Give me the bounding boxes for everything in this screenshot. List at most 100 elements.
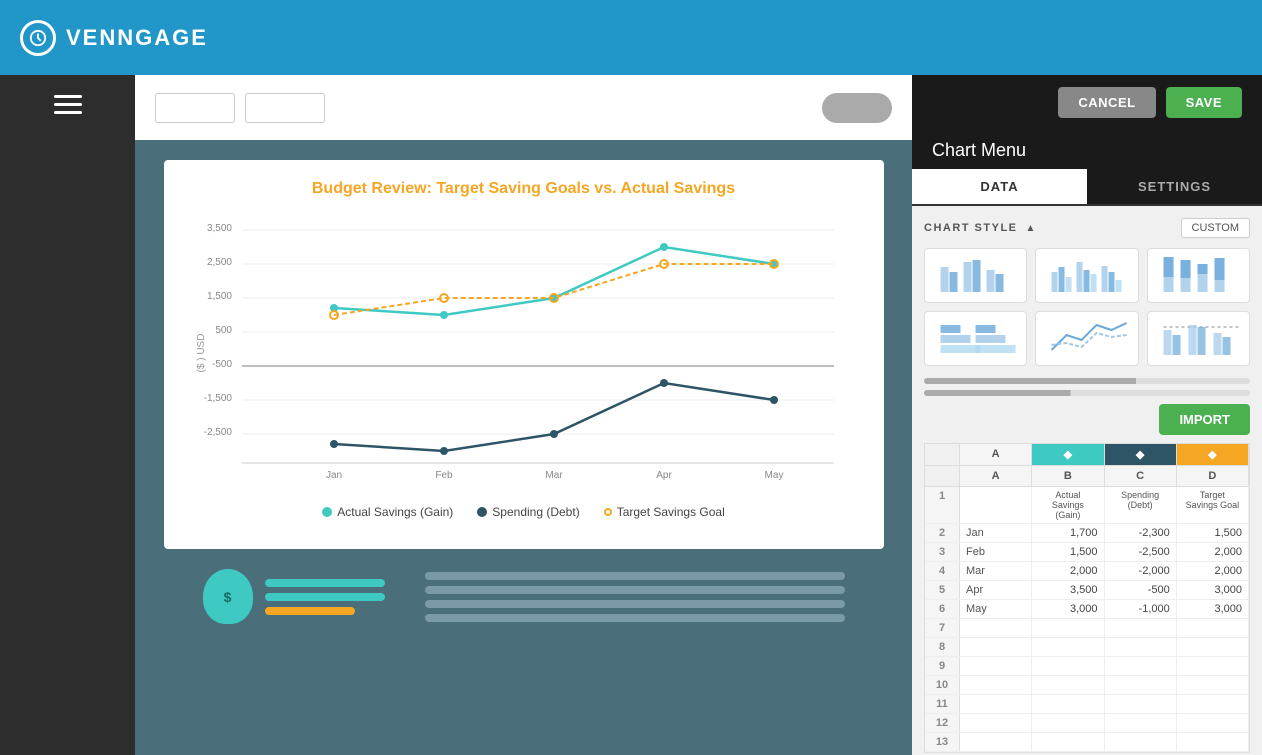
cell-10-b[interactable] [1032, 676, 1104, 694]
cell-4-b[interactable]: 2,000 [1032, 562, 1104, 580]
cell-12-num: 12 [925, 714, 960, 732]
cell-6-c[interactable]: -1,000 [1105, 600, 1177, 618]
cell-12-c[interactable] [1105, 714, 1177, 732]
panel-content: CHART STYLE ▲ CUSTOM [912, 206, 1262, 755]
slider-bar-2[interactable] [924, 390, 1250, 396]
deco-line-orange [265, 607, 355, 615]
cell-11-b[interactable] [1032, 695, 1104, 713]
cell-5-d[interactable]: 3,000 [1177, 581, 1249, 599]
sheet-row-9: 9 [925, 657, 1249, 676]
sheet-header-b[interactable]: ◆ [1032, 444, 1104, 466]
cell-9-d[interactable] [1177, 657, 1249, 675]
style-option-3[interactable] [1147, 248, 1250, 303]
deco-lines-left [265, 579, 385, 615]
sheet-row-11: 11 [925, 695, 1249, 714]
cell-5-c[interactable]: -500 [1105, 581, 1177, 599]
cell-3-c[interactable]: -2,500 [1105, 543, 1177, 561]
cell-1-a[interactable] [960, 487, 1032, 523]
cell-13-d[interactable] [1177, 733, 1249, 751]
hamburger-menu[interactable] [54, 95, 82, 114]
toolbar-input-1[interactable] [155, 93, 235, 123]
cell-7-c[interactable] [1105, 619, 1177, 637]
cell-13-c[interactable] [1105, 733, 1177, 751]
cell-11-c[interactable] [1105, 695, 1177, 713]
cell-13-a[interactable] [960, 733, 1032, 751]
cell-11-d[interactable] [1177, 695, 1249, 713]
chart-card[interactable]: Budget Review: Target Saving Goals vs. A… [164, 160, 884, 549]
sheet-row-5: 5 Apr 3,500 -500 3,000 [925, 581, 1249, 600]
hamburger-line-3 [54, 111, 82, 114]
cell-3-b[interactable]: 1,500 [1032, 543, 1104, 561]
cell-8-c[interactable] [1105, 638, 1177, 656]
cell-6-b[interactable]: 3,000 [1032, 600, 1104, 618]
sheet-header-d[interactable]: ◆ [1177, 444, 1249, 466]
custom-badge[interactable]: CUSTOM [1181, 218, 1250, 238]
cell-2-c[interactable]: -2,300 [1105, 524, 1177, 542]
chart-menu-label: Chart Menu [912, 130, 1262, 161]
style-option-6[interactable] [1147, 311, 1250, 366]
import-button[interactable]: IMPORT [1159, 404, 1250, 435]
cell-12-a[interactable] [960, 714, 1032, 732]
cell-7-d[interactable] [1177, 619, 1249, 637]
cell-12-b[interactable] [1032, 714, 1104, 732]
cell-1-c[interactable]: Spending (Debt) [1105, 487, 1177, 523]
slider-bar-1[interactable] [924, 378, 1250, 384]
style-option-5[interactable] [1035, 311, 1138, 366]
slider-row-1 [924, 378, 1250, 384]
style-option-4[interactable] [924, 311, 1027, 366]
style-option-2[interactable] [1035, 248, 1138, 303]
cell-5-b[interactable]: 3,500 [1032, 581, 1104, 599]
cell-4-a[interactable]: Mar [960, 562, 1032, 580]
svg-text:-2,500: -2,500 [203, 427, 232, 438]
svg-text:Feb: Feb [435, 470, 453, 481]
sheet-header-c[interactable]: ◆ [1105, 444, 1177, 466]
cell-10-c[interactable] [1105, 676, 1177, 694]
cell-6-d[interactable]: 3,000 [1177, 600, 1249, 618]
save-button[interactable]: SAVE [1166, 87, 1242, 118]
legend-item-target: Target Savings Goal [604, 505, 725, 519]
cell-10-d[interactable] [1177, 676, 1249, 694]
cell-6-a[interactable]: May [960, 600, 1032, 618]
cell-8-a[interactable] [960, 638, 1032, 656]
cancel-button[interactable]: CANCEL [1058, 87, 1155, 118]
cell-3-d[interactable]: 2,000 [1177, 543, 1249, 561]
svg-text:3,500: 3,500 [206, 223, 231, 234]
cell-1-num: 1 [925, 487, 960, 523]
cell-3-num: 3 [925, 543, 960, 561]
tab-data[interactable]: DATA [912, 169, 1087, 204]
hamburger-line-1 [54, 95, 82, 98]
sheet-row-4: 4 Mar 2,000 -2,000 2,000 [925, 562, 1249, 581]
cell-3-a[interactable]: Feb [960, 543, 1032, 561]
cell-13-b[interactable] [1032, 733, 1104, 751]
sheet-sub-row-num [925, 466, 960, 487]
toolbar-action-btn[interactable] [822, 93, 892, 123]
cell-4-d[interactable]: 2,000 [1177, 562, 1249, 580]
deco-line-cyan [265, 579, 385, 587]
toolbar-input-2[interactable] [245, 93, 325, 123]
cell-12-d[interactable] [1177, 714, 1249, 732]
cell-1-d[interactable]: Target Savings Goal [1177, 487, 1249, 523]
cell-8-d[interactable] [1177, 638, 1249, 656]
cell-7-b[interactable] [1032, 619, 1104, 637]
cell-7-a[interactable] [960, 619, 1032, 637]
tab-settings[interactable]: SETTINGS [1087, 169, 1262, 204]
sheet-sub-b: B [1032, 466, 1104, 487]
style-option-1[interactable] [924, 248, 1027, 303]
cell-5-a[interactable]: Apr [960, 581, 1032, 599]
cell-2-a[interactable]: Jan [960, 524, 1032, 542]
deco-line-cyan-2 [265, 593, 385, 601]
cell-1-b[interactable]: Actual Savings (Gain) [1032, 487, 1104, 523]
cell-8-b[interactable] [1032, 638, 1104, 656]
cell-10-a[interactable] [960, 676, 1032, 694]
cell-11-a[interactable] [960, 695, 1032, 713]
spreadsheet: A ◆ ◆ ◆ A B C D [924, 443, 1250, 753]
panel-tabs: DATA SETTINGS [912, 169, 1262, 206]
cell-9-a[interactable] [960, 657, 1032, 675]
svg-text:May: May [764, 470, 783, 481]
hamburger-line-2 [54, 103, 82, 106]
cell-9-c[interactable] [1105, 657, 1177, 675]
cell-9-b[interactable] [1032, 657, 1104, 675]
cell-2-b[interactable]: 1,700 [1032, 524, 1104, 542]
cell-2-d[interactable]: 1,500 [1177, 524, 1249, 542]
cell-4-c[interactable]: -2,000 [1105, 562, 1177, 580]
